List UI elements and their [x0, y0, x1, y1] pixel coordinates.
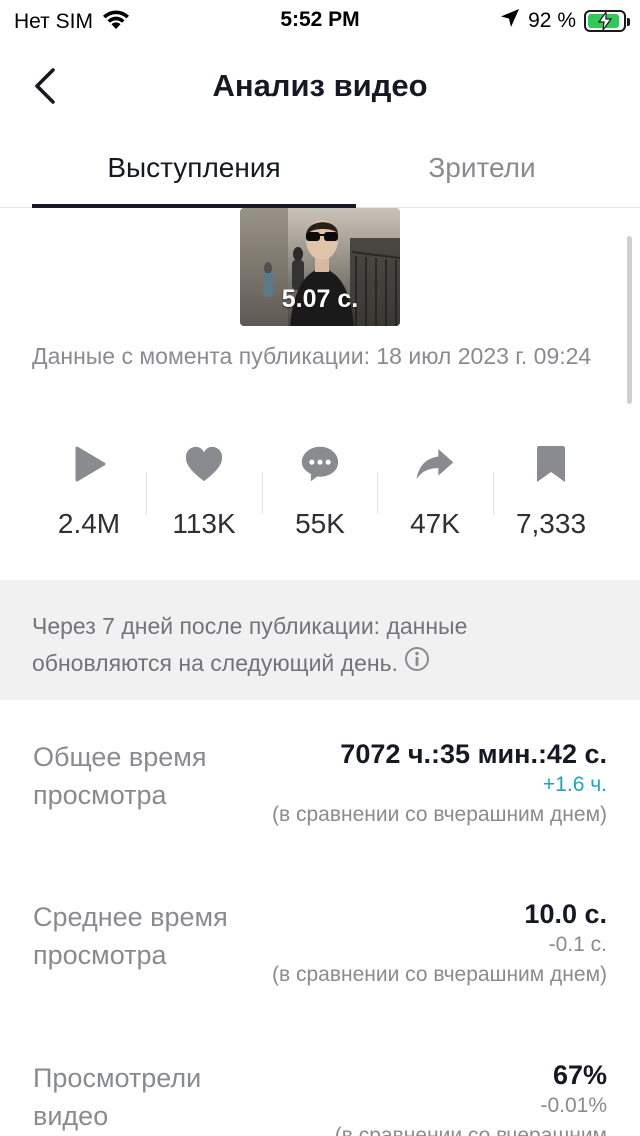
shares-count: 47K [410, 508, 460, 539]
metric-value: 10.0 с. [524, 899, 607, 929]
status-bar: Нет SIM 5:52 PM 92 % [0, 0, 640, 40]
update-info-label: Через 7 дней после публикации: данные об… [32, 613, 468, 676]
stat-comments: 55K [262, 440, 378, 550]
status-right: 92 % [500, 8, 630, 34]
metric-label: Среднее время просмотра [33, 902, 228, 970]
stat-shares: 47K [377, 440, 493, 550]
info-icon[interactable] [404, 646, 430, 683]
views-count: 2.4M [57, 508, 121, 539]
battery-percent: 92 % [528, 9, 576, 32]
video-thumbnail[interactable]: 5.07 с. [240, 208, 400, 326]
video-duration: 5.07 с. [281, 285, 359, 313]
tab-viewers[interactable]: Зрители [356, 152, 608, 184]
heart-icon [184, 442, 224, 486]
metric-delta: -0.01% [540, 1094, 607, 1117]
comments-count: 55K [295, 508, 345, 539]
page-title: Анализ видео [212, 68, 428, 103]
location-arrow-icon [500, 8, 520, 34]
metric-label: Общее время просмотра [33, 742, 207, 810]
nav-bar: Анализ видео [0, 56, 640, 116]
tab-performance[interactable]: Выступления [32, 152, 356, 184]
metric-values: 10.0 с. -0.1 с. (в сравнении со вчерашни… [227, 898, 607, 990]
tab-bar: Выступления Зрители [0, 140, 640, 208]
engagement-stats: 2.4M 113K 55K 47K 7,333 [0, 440, 640, 550]
video-analytics-screen: Нет SIM 5:52 PM 92 % Анализ видео Выступ… [0, 0, 640, 1136]
metric-value: 67% [552, 1060, 607, 1090]
likes-count: 113K [172, 508, 236, 539]
update-info-banner: Через 7 дней после публикации: данные об… [0, 580, 640, 700]
metric-label: Просмотрели видео [33, 1063, 202, 1131]
battery-icon [584, 10, 630, 32]
metric-delta: -0.1 с. [548, 933, 607, 956]
comment-icon [300, 442, 340, 486]
stat-favorites: 7,333 [493, 440, 609, 550]
update-info-text: Через 7 дней после публикации: данные об… [32, 608, 592, 683]
published-date-text: Данные с момента публикации: 18 июл 2023… [32, 343, 592, 369]
metric-comparison-note: (в сравнении со вчерашним днем) [271, 963, 607, 986]
metric-values: 67% -0.01% (в сравнении со вчерашним [227, 1059, 607, 1136]
favorites-count: 7,333 [515, 508, 587, 539]
stat-views: 2.4M [31, 440, 147, 550]
share-icon [415, 442, 455, 486]
metric-comparison-note: (в сравнении со вчерашним [334, 1124, 607, 1136]
bookmark-icon [531, 442, 571, 486]
play-icon [69, 442, 109, 486]
metric-values: 7072 ч.:35 мин.:42 с. +1.6 ч. (в сравнен… [227, 738, 607, 830]
metric-comparison-note: (в сравнении со вчерашним днем) [271, 803, 607, 826]
stat-likes: 113K [146, 440, 262, 550]
metric-value: 7072 ч.:35 мин.:42 с. [340, 739, 607, 769]
metric-delta: +1.6 ч. [542, 773, 607, 796]
scrollbar[interactable] [627, 236, 632, 404]
